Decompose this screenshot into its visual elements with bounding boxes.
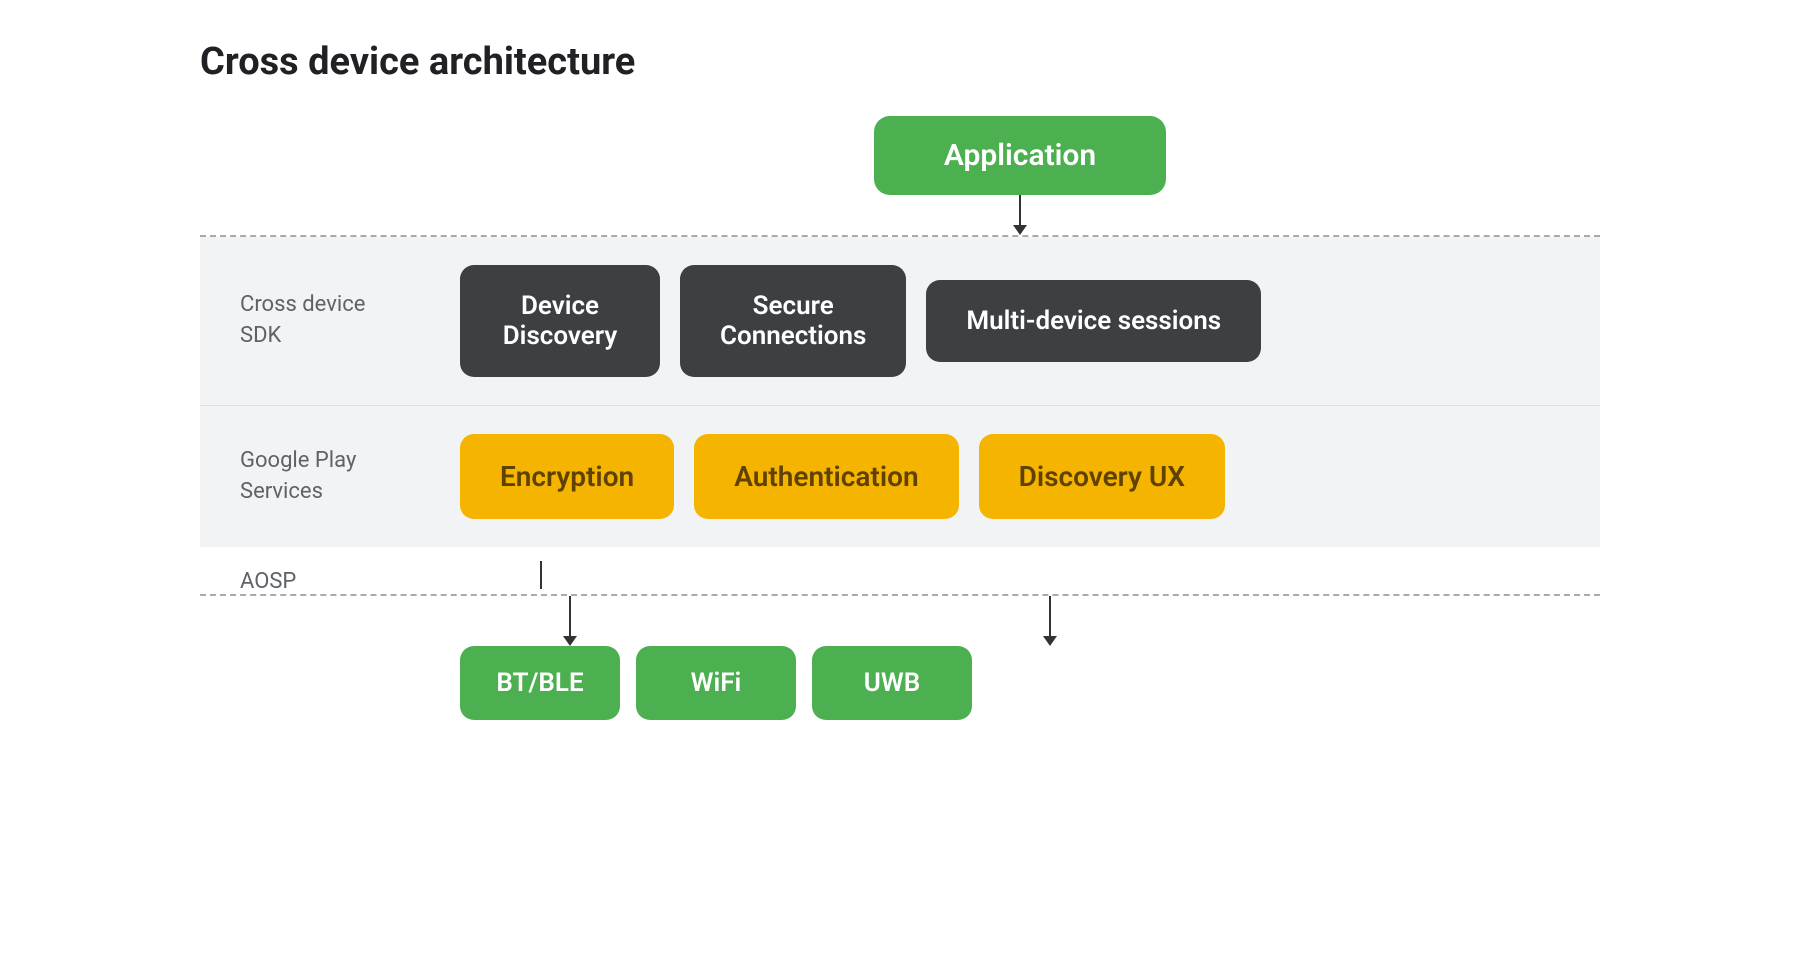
arrow-bt-ble-down — [563, 596, 577, 646]
bt-ble-box: BT/BLE — [460, 646, 620, 720]
sdk-label: Cross device SDK — [240, 290, 440, 352]
arrow-uwb-down — [1043, 596, 1057, 646]
uwb-box: UWB — [812, 646, 972, 720]
multi-device-sessions-box: Multi-device sessions — [926, 280, 1261, 362]
encryption-box: Encryption — [460, 434, 674, 519]
play-label: Google Play Services — [240, 446, 440, 508]
secure-connections-box: SecureConnections — [680, 265, 906, 377]
application-box: Application — [874, 116, 1166, 195]
play-boxes: Encryption Authentication Discovery UX — [440, 434, 1560, 519]
sdk-boxes: DeviceDiscovery SecureConnections Multi-… — [440, 265, 1560, 377]
page-title: Cross device architecture — [200, 40, 635, 84]
aosp-label: AOSP — [240, 561, 440, 594]
discovery-ux-box: Discovery UX — [979, 434, 1225, 519]
device-discovery-box: DeviceDiscovery — [460, 265, 660, 377]
authentication-box: Authentication — [694, 434, 958, 519]
arrow-encryption-down — [540, 561, 542, 589]
sdk-band: Cross device SDK DeviceDiscovery SecureC… — [200, 237, 1600, 405]
play-band: Google Play Services Encryption Authenti… — [200, 405, 1600, 547]
wifi-box: WiFi — [636, 646, 796, 720]
